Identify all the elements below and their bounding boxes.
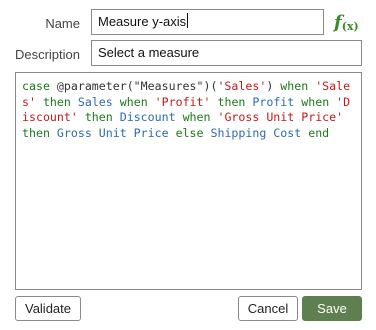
expression-token: then xyxy=(84,110,120,124)
name-input[interactable]: Measure y-axis xyxy=(91,9,324,35)
expression-token: Discount xyxy=(119,110,183,124)
expression-token xyxy=(343,110,350,124)
save-button[interactable]: Save xyxy=(302,296,362,321)
expression-token: then xyxy=(217,94,253,109)
expression-token xyxy=(36,95,43,109)
validate-button[interactable]: Validate xyxy=(15,296,81,321)
description-input-text: Select a measure xyxy=(98,45,200,60)
expression-token: else xyxy=(175,125,211,140)
expression-token: when xyxy=(301,94,337,109)
expression-token: then xyxy=(42,94,78,109)
expression-token: Sales xyxy=(77,94,120,109)
fx-main: f xyxy=(334,12,342,33)
description-input[interactable]: Select a measure xyxy=(91,40,362,66)
expression-token: 'Profit' xyxy=(154,94,211,109)
text-caret xyxy=(187,13,189,28)
name-input-value: Measure y-axis xyxy=(98,14,187,29)
expression-token: when xyxy=(280,79,316,93)
cancel-button[interactable]: Cancel xyxy=(238,296,298,321)
expression-token: Gross Unit Price xyxy=(56,125,176,140)
expression-token: ) xyxy=(266,79,281,93)
function-icon[interactable]: f(x) xyxy=(334,12,362,34)
expression-editor[interactable]: case @parameter("Measures")('Sales') whe… xyxy=(15,72,362,290)
expression-token: then xyxy=(22,125,57,140)
expression-token: when xyxy=(182,110,218,124)
name-label: Name xyxy=(45,16,80,31)
expression-token: when xyxy=(119,94,155,109)
expression-token: @parameter("Measures")( xyxy=(56,79,218,93)
expression-token: end xyxy=(308,125,330,140)
expression-token: 'Gross Unit Price' xyxy=(217,110,344,124)
description-label: Description xyxy=(14,47,80,62)
expression-token xyxy=(78,110,85,124)
expression-token: Profit xyxy=(252,94,302,109)
expression-token: Shipping Cost xyxy=(210,125,309,140)
fx-sub: (x) xyxy=(341,20,359,33)
expression-token: case xyxy=(22,79,57,93)
expression-token: 'Sales' xyxy=(217,79,267,93)
